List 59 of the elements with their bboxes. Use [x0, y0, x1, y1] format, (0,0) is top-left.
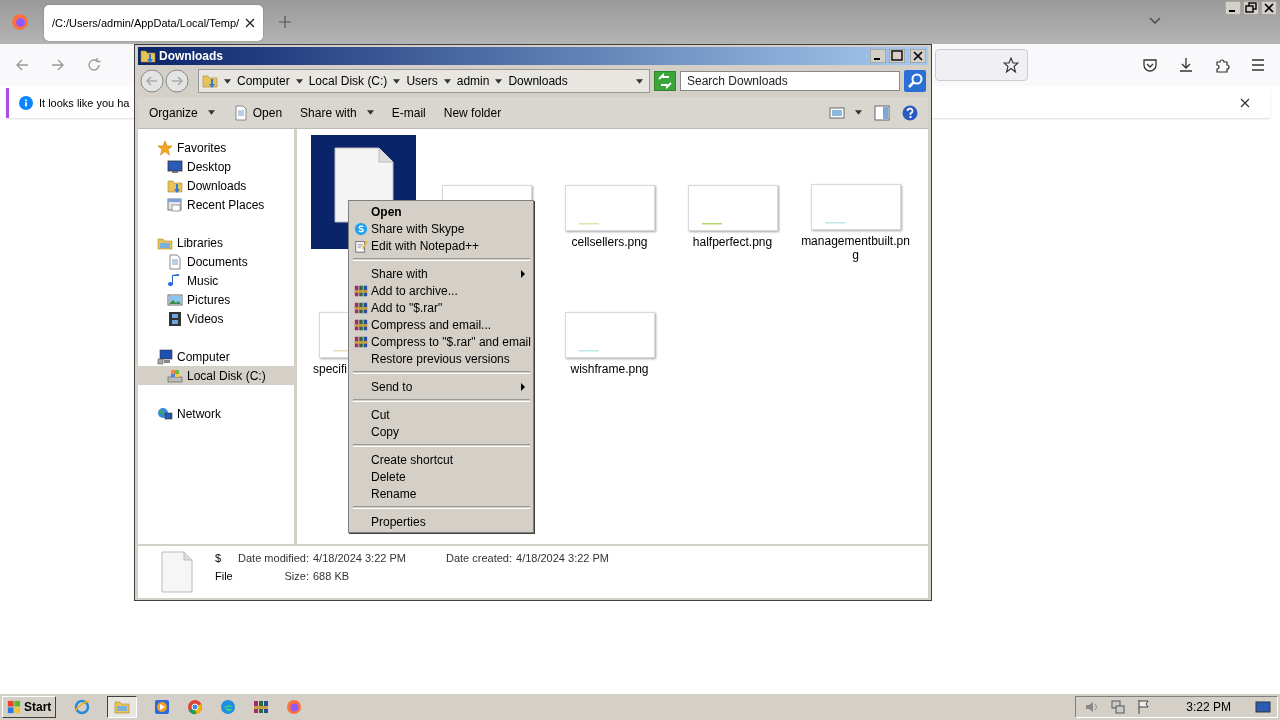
toolbar-button[interactable]: Open [232, 101, 291, 124]
nav-item[interactable]: Pictures [138, 290, 294, 309]
menu-item[interactable]: Delete [351, 468, 531, 485]
breadcrumb-item[interactable]: Downloads [508, 74, 568, 88]
file-type: File [215, 570, 233, 584]
browser-tab[interactable]: /C:/Users/admin/AppData/Local/Temp/ [44, 5, 263, 41]
menu-item[interactable]: Edit with Notepad++ [351, 237, 531, 254]
breadcrumb-item[interactable]: Users [406, 74, 438, 88]
detail-label: Size: [284, 570, 309, 584]
menu-item[interactable]: Restore previous versions [351, 350, 531, 367]
menu-item[interactable]: Compress and email... [351, 316, 531, 333]
clock[interactable]: 3:22 PM [1186, 700, 1231, 714]
menu-item[interactable]: Share with [351, 265, 531, 282]
breadcrumb-item[interactable]: Computer [237, 74, 290, 88]
toolbar-button[interactable]: Share with [300, 102, 382, 123]
nav-item[interactable]: Documents [138, 252, 294, 271]
nav-item[interactable]: Downloads [138, 176, 294, 195]
menu-item[interactable]: Properties [351, 513, 531, 530]
nav-item[interactable]: Music [138, 271, 294, 290]
notification-text: It looks like you ha [39, 97, 130, 109]
menu-item[interactable]: Create shortcut [351, 451, 531, 468]
tab-title: /C:/Users/admin/AppData/Local/Temp/ [52, 17, 241, 29]
nav-item[interactable]: Desktop [138, 157, 294, 176]
nav-item[interactable]: Local Disk (C:) [138, 366, 294, 385]
menu-item[interactable]: Rename [351, 485, 531, 502]
detail-value: 4/18/2024 3:22 PM [313, 552, 406, 566]
nav-item[interactable]: Recent Places [138, 195, 294, 214]
search-field[interactable]: Search Downloads [680, 71, 900, 91]
nav-item[interactable]: Favorites [138, 138, 294, 157]
menu-item[interactable]: Compress to "$.rar" and email [351, 333, 531, 350]
file-name[interactable]: specifi [313, 362, 347, 376]
menu-item[interactable]: Open [351, 203, 531, 220]
toolbar-button[interactable]: New folder [443, 102, 510, 123]
start-button[interactable]: Start [2, 696, 57, 718]
address-bar[interactable]: Computer Local Disk (C:) Users admin Downloads [198, 69, 650, 93]
file-name[interactable]: managementbuilt.png [800, 234, 911, 262]
detail-value: 4/18/2024 3:22 PM [516, 552, 609, 566]
menu-item[interactable]: Send to [351, 378, 531, 395]
menu-item[interactable]: Share with Skype [351, 220, 531, 237]
file-name[interactable]: cellsellers.png [571, 235, 648, 249]
breadcrumb-item[interactable]: admin [456, 74, 490, 88]
toolbar-button[interactable]: E-mail [391, 102, 434, 123]
file-name[interactable]: halfperfect.png [692, 235, 773, 249]
toolbar-button[interactable]: Organize [149, 102, 223, 123]
menu-item[interactable]: Add to "$.rar" [351, 299, 531, 316]
menu-item[interactable]: Cut [351, 406, 531, 423]
detail-label: Date modified: [238, 552, 309, 566]
menu-item[interactable]: Copy [351, 423, 531, 440]
nav-item[interactable]: Network [138, 404, 294, 423]
detail-value: 688 KB [313, 570, 350, 584]
file-name: $ [215, 552, 223, 566]
nav-item[interactable]: Libraries [138, 233, 294, 252]
detail-label: Date created: [445, 552, 512, 566]
nav-item[interactable]: Computer [138, 347, 294, 366]
file-name[interactable]: wishframe.png [570, 362, 649, 376]
window-title: Downloads [159, 49, 223, 63]
breadcrumb-item[interactable]: Local Disk (C:) [308, 74, 388, 88]
nav-item[interactable]: Videos [138, 309, 294, 328]
menu-item[interactable]: Add to archive... [351, 282, 531, 299]
